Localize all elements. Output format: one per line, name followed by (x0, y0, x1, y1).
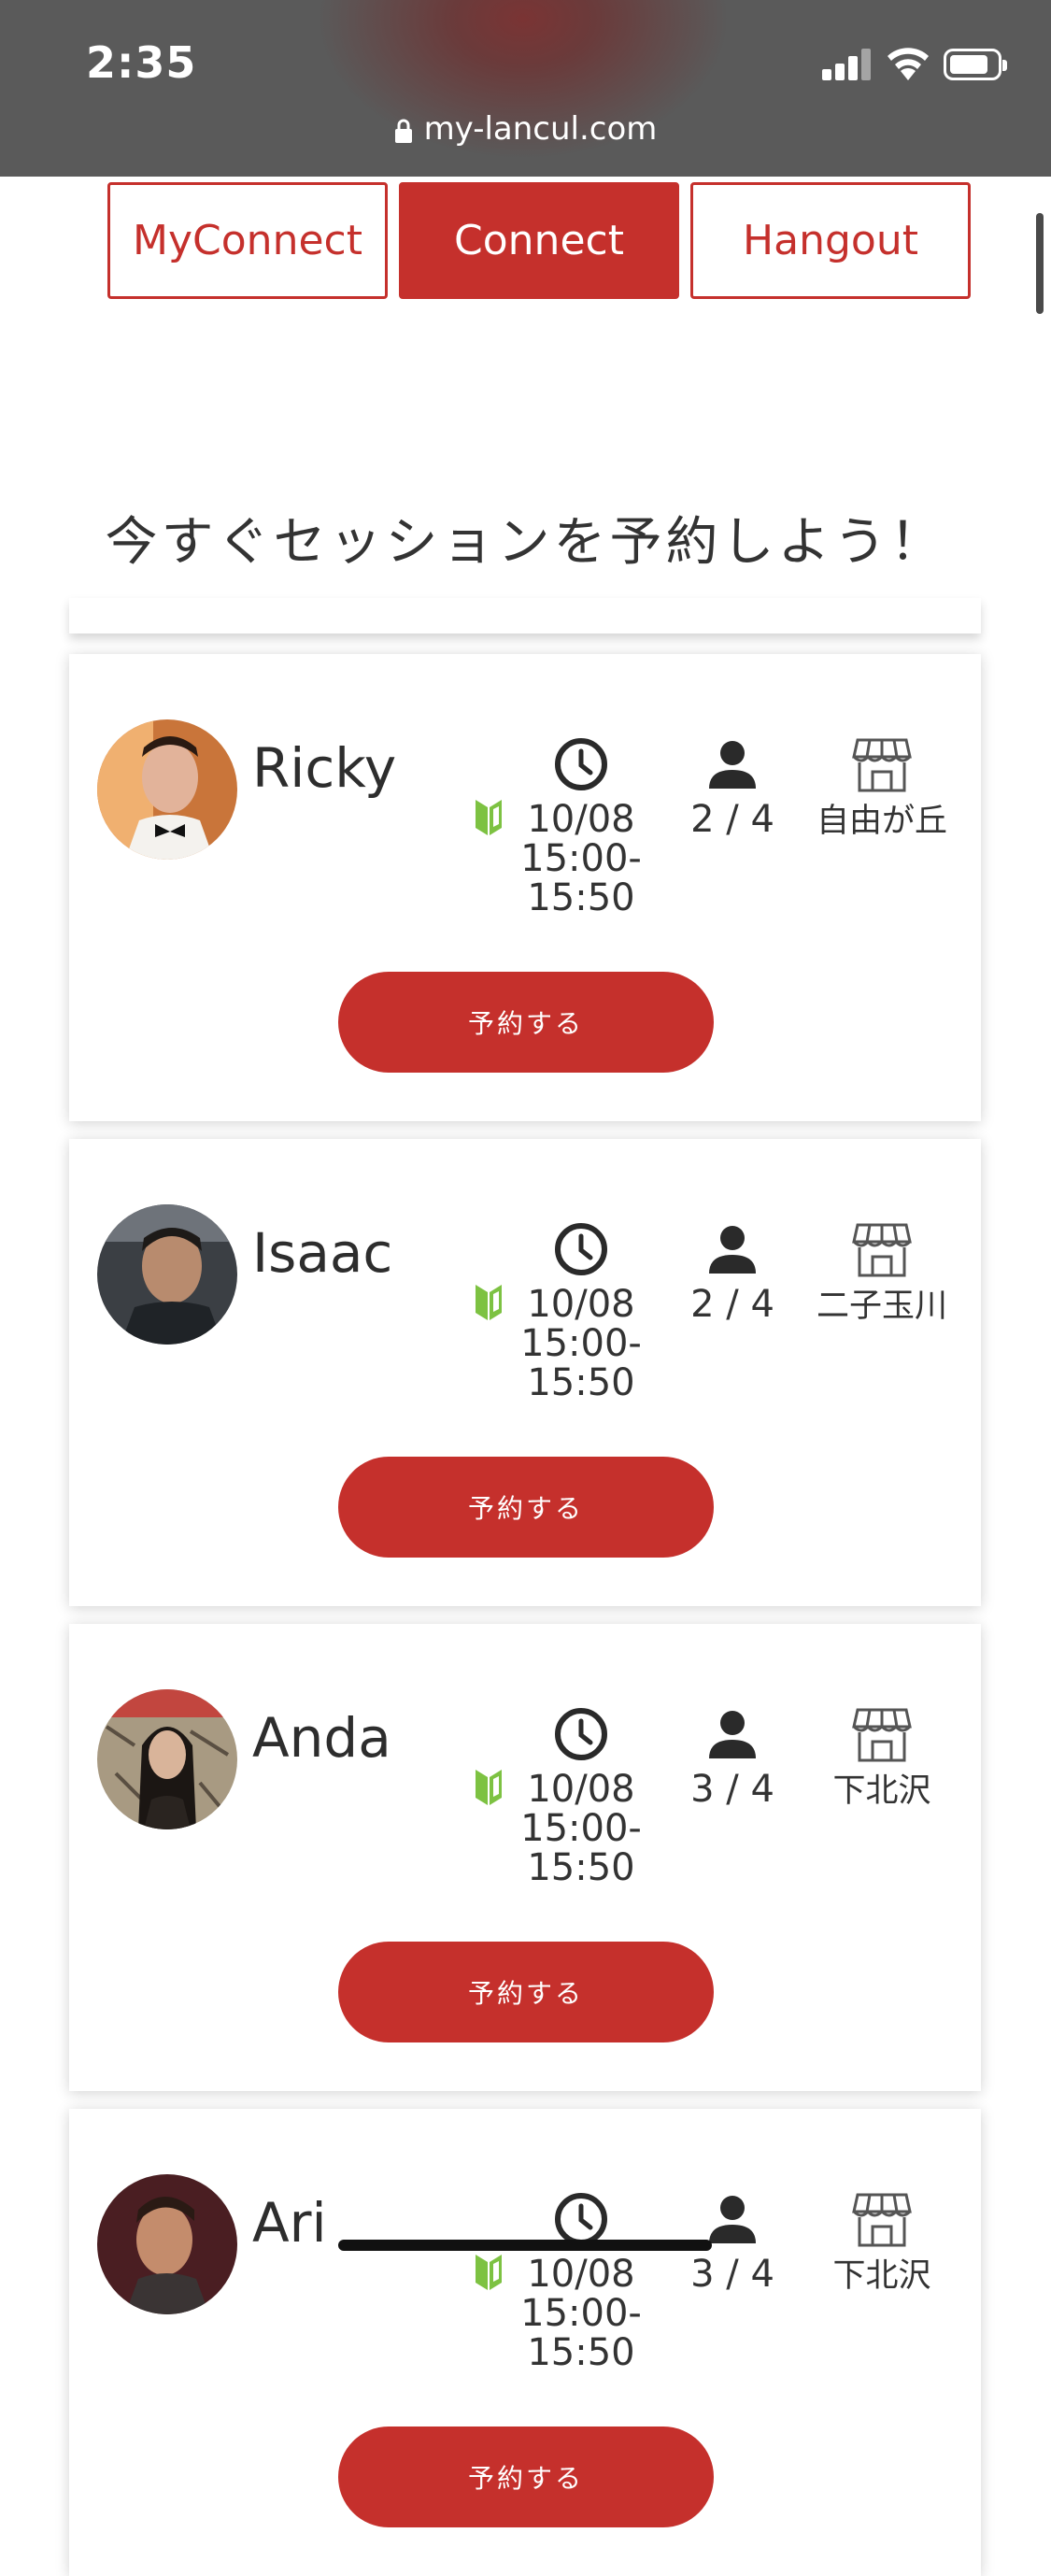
cellular-signal-icon (822, 49, 871, 80)
browser-top-bar: 2:35 my-lancul.com (0, 0, 1051, 177)
session-time: 10/08 15:00- 15:50 (516, 736, 646, 918)
session-date: 10/08 (527, 798, 635, 841)
reserve-button[interactable]: 予約する (338, 972, 714, 1073)
host-name: Anda (252, 1706, 391, 1770)
reserve-button[interactable]: 予約する (338, 1942, 714, 2042)
person-icon (709, 2196, 756, 2243)
scrollbar[interactable] (1036, 213, 1044, 314)
session-end: 15:50 (527, 876, 635, 919)
session-end: 15:50 (527, 1361, 635, 1404)
session-card: Ari 10/08 15:00- 15:50 3 / 4 下北沢 予約する (69, 2109, 981, 2576)
session-time: 10/08 15:00- 15:50 (516, 1706, 646, 1887)
store-icon (852, 738, 912, 792)
beginner-mark-icon (476, 1770, 502, 1805)
host-name: Isaac (252, 1221, 393, 1285)
status-time: 2:35 (86, 37, 197, 88)
avatar (97, 1204, 237, 1345)
session-time: 10/08 15:00- 15:50 (516, 2191, 646, 2372)
capacity-value: 2 / 4 (690, 798, 774, 841)
lock-icon (394, 119, 412, 143)
reserve-button[interactable]: 予約する (338, 1457, 714, 1558)
battery-icon (944, 49, 1007, 80)
capacity-value: 3 / 4 (690, 1768, 774, 1811)
person-icon (709, 741, 756, 789)
wifi-icon (888, 48, 929, 80)
store-icon (852, 1223, 912, 1277)
person-icon (709, 1711, 756, 1758)
clock-icon (555, 1708, 607, 1760)
home-indicator[interactable] (338, 2240, 712, 2251)
session-date: 10/08 (527, 2253, 635, 2296)
session-date: 10/08 (527, 1768, 635, 1811)
location-name: 下北沢 (832, 1772, 931, 1810)
session-start: 15:00- (520, 837, 642, 880)
session-capacity: 2 / 4 (667, 1221, 798, 1324)
tab-myconnect[interactable]: MyConnect (107, 182, 388, 299)
avatar (97, 2174, 237, 2314)
session-card: Anda 10/08 15:00- 15:50 3 / 4 下北沢 予約する (69, 1624, 981, 2091)
address-bar[interactable]: my-lancul.com (0, 110, 1051, 148)
session-location: 下北沢 (807, 2191, 957, 2296)
store-icon (852, 2193, 912, 2247)
session-location: 二子玉川 (807, 1221, 957, 1326)
host-name: Ricky (252, 736, 397, 800)
person-icon (709, 1226, 756, 1274)
location-name: 二子玉川 (816, 1288, 947, 1325)
url-text: my-lancul.com (423, 110, 658, 148)
session-location: 下北沢 (807, 1706, 957, 1811)
avatar (97, 719, 237, 860)
tab-hangout[interactable]: Hangout (690, 182, 971, 299)
beginner-mark-icon (476, 1285, 502, 1320)
clock-icon (555, 1223, 607, 1275)
capacity-value: 3 / 4 (690, 2253, 774, 2296)
clock-icon (555, 738, 607, 790)
avatar (97, 1689, 237, 1829)
capacity-value: 2 / 4 (690, 1283, 774, 1326)
session-date: 10/08 (527, 1283, 635, 1326)
session-end: 15:50 (527, 2331, 635, 2374)
session-location: 自由が丘 (807, 736, 957, 841)
reserve-button[interactable]: 予約する (338, 2427, 714, 2527)
session-capacity: 2 / 4 (667, 736, 798, 839)
beginner-mark-icon (476, 2255, 502, 2290)
session-start: 15:00- (520, 1322, 642, 1365)
session-start: 15:00- (520, 1807, 642, 1850)
page-heading: 今すぐセッションを予約しよう！ (105, 512, 946, 573)
host-name: Ari (252, 2191, 327, 2255)
session-end: 15:50 (527, 1846, 635, 1889)
session-card-partial (69, 598, 981, 633)
location-name: 自由が丘 (816, 803, 947, 840)
session-card: Isaac 10/08 15:00- 15:50 2 / 4 二子玉川 予約する (69, 1139, 981, 1606)
session-start: 15:00- (520, 2292, 642, 2335)
session-time: 10/08 15:00- 15:50 (516, 1221, 646, 1402)
location-name: 下北沢 (832, 2257, 931, 2295)
beginner-mark-icon (476, 800, 502, 835)
clock-icon (555, 2193, 607, 2245)
tab-bar: MyConnect Connect Hangout (107, 182, 972, 299)
store-icon (852, 1708, 912, 1762)
session-capacity: 3 / 4 (667, 1706, 798, 1809)
session-card: Ricky 10/08 15:00- 15:50 2 / 4 自由が丘 予約する (69, 654, 981, 1121)
tab-connect[interactable]: Connect (399, 182, 679, 299)
